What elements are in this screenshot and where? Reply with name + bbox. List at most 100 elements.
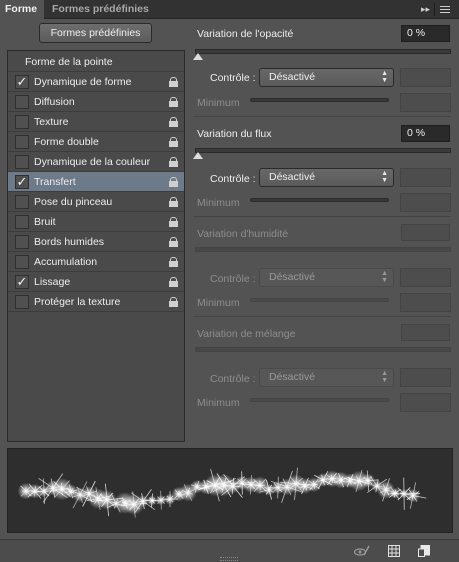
brush-setting-checkbox[interactable]: [15, 295, 29, 309]
mix-minimum-field: [400, 393, 451, 412]
opacity-jitter-value[interactable]: 0 %: [401, 25, 450, 42]
brush-setting-item[interactable]: Forme double: [8, 132, 184, 152]
brush-setting-label: Bruit: [34, 216, 56, 228]
brush-setting-item[interactable]: Bruit: [8, 212, 184, 232]
flow-jitter-slider[interactable]: [193, 148, 451, 159]
lock-icon[interactable]: [169, 277, 178, 287]
lock-icon[interactable]: [169, 157, 178, 167]
mix-jitter-slider: [195, 347, 451, 352]
brush-setting-label: Diffusion: [34, 96, 75, 108]
mix-jitter-value: [401, 324, 450, 341]
opacity-control-field[interactable]: [400, 68, 451, 87]
opacity-jitter-label: Variation de l'opacité: [197, 28, 294, 40]
tab-forme[interactable]: Forme: [0, 0, 44, 19]
brush-setting-checkbox[interactable]: [15, 115, 29, 129]
flow-jitter-slider-thumb[interactable]: [193, 152, 203, 159]
brush-setting-checkbox[interactable]: [15, 135, 29, 149]
brush-setting-label: Dynamique de la couleur: [34, 156, 151, 168]
wetness-control-select: Désactivé ▲ ▼: [259, 268, 394, 287]
brush-setting-label: Transfert: [34, 176, 76, 188]
brush-setting-item[interactable]: ✓ Transfert: [8, 172, 184, 192]
brush-setting-label: Dynamique de forme: [34, 76, 132, 88]
brush-setting-checkbox[interactable]: [15, 195, 29, 209]
flow-control-select[interactable]: Désactivé ▲ ▼: [259, 168, 394, 187]
lock-icon[interactable]: [169, 137, 178, 147]
mix-minimum-slider: [250, 398, 389, 402]
lock-icon[interactable]: [169, 97, 178, 107]
select-arrows-icon: ▲ ▼: [381, 270, 388, 284]
flow-jitter-value[interactable]: 0 %: [401, 125, 450, 142]
opacity-jitter-slider-thumb[interactable]: [193, 53, 203, 60]
select-arrows-icon: ▲ ▼: [381, 70, 388, 84]
new-preset-icon[interactable]: [418, 545, 430, 557]
brush-setting-label: Protéger la texture: [34, 296, 121, 308]
brush-setting-checkbox[interactable]: ✓: [15, 175, 29, 189]
brush-setting-item[interactable]: Texture: [8, 112, 184, 132]
mix-control-field: [400, 368, 451, 387]
wetness-jitter-slider: [195, 247, 451, 252]
brush-setting-checkbox[interactable]: [15, 255, 29, 269]
lock-icon[interactable]: [169, 297, 178, 307]
select-arrows-icon: ▲ ▼: [381, 170, 388, 184]
tab-formes-predefinies[interactable]: Formes prédéfinies: [46, 0, 155, 19]
brush-setting-item[interactable]: Diffusion: [8, 92, 184, 112]
panel-tab-bar: Forme Formes prédéfinies ▸▸: [0, 0, 459, 19]
brush-setting-checkbox[interactable]: [15, 155, 29, 169]
flow-control-value: Désactivé: [269, 171, 316, 183]
brush-setting-checkbox[interactable]: [15, 95, 29, 109]
wetness-control-label: Contrôle :: [210, 273, 256, 285]
brush-setting-item[interactable]: ✓ Lissage: [8, 272, 184, 292]
opacity-control-value: Désactivé: [269, 71, 316, 83]
collapse-arrows-icon[interactable]: ▸▸: [421, 4, 430, 15]
toolbar-divider: [434, 3, 435, 16]
flow-control-field[interactable]: [400, 168, 451, 187]
resize-grip[interactable]: [220, 557, 238, 561]
select-arrows-icon: ▲ ▼: [381, 370, 388, 384]
flow-control-label: Contrôle :: [210, 173, 256, 185]
lock-icon[interactable]: [169, 77, 178, 87]
brush-setting-item[interactable]: Bords humides: [8, 232, 184, 252]
wetness-jitter-label: Variation d'humidité: [197, 228, 289, 240]
mix-control-select: Désactivé ▲ ▼: [259, 368, 394, 387]
brush-setting-label: Forme double: [34, 136, 99, 148]
brush-setting-checkbox[interactable]: [15, 235, 29, 249]
opacity-control-select[interactable]: Désactivé ▲ ▼: [259, 68, 394, 87]
lock-icon[interactable]: [169, 117, 178, 127]
lock-icon[interactable]: [169, 217, 178, 227]
opacity-minimum-field[interactable]: [400, 93, 451, 112]
brush-setting-checkbox[interactable]: ✓: [15, 75, 29, 89]
brush-setting-item[interactable]: ✓ Dynamique de forme: [8, 72, 184, 92]
brush-setting-label: Pose du pinceau: [34, 196, 113, 208]
brush-setting-item[interactable]: Protéger la texture: [8, 292, 184, 312]
brush-setting-label: Bords humides: [34, 236, 105, 248]
lock-icon[interactable]: [169, 257, 178, 267]
brush-setting-item[interactable]: Accumulation: [8, 252, 184, 272]
lock-icon[interactable]: [169, 197, 178, 207]
mix-minimum-label: Minimum: [197, 397, 240, 409]
flow-minimum-field[interactable]: [400, 193, 451, 212]
wetness-minimum-label: Minimum: [197, 297, 240, 309]
opacity-jitter-slider[interactable]: [193, 49, 451, 60]
brush-setting-checkbox[interactable]: [15, 215, 29, 229]
wetness-control-field: [400, 268, 451, 287]
brush-setting-label: Accumulation: [34, 256, 98, 268]
brush-presets-button[interactable]: Formes prédéfinies: [39, 23, 152, 43]
brush-setting-item[interactable]: Pose du pinceau: [8, 192, 184, 212]
flow-minimum-slider[interactable]: [250, 198, 389, 202]
opacity-minimum-slider[interactable]: [250, 98, 389, 102]
brush-setting-label: Lissage: [34, 276, 71, 288]
section-divider: [193, 216, 451, 217]
brush-settings-list: Forme de la pointe ✓ Dynamique de forme Di…: [7, 50, 185, 442]
mix-control-label: Contrôle :: [210, 373, 256, 385]
lock-icon[interactable]: [169, 237, 178, 247]
lock-icon[interactable]: [169, 177, 178, 187]
opacity-minimum-label: Minimum: [197, 97, 240, 109]
opacity-control-label: Contrôle :: [210, 72, 256, 84]
brush-eye-icon[interactable]: [354, 545, 370, 557]
brush-tip-shape-item[interactable]: Forme de la pointe: [8, 51, 184, 72]
brush-setting-item[interactable]: Dynamique de la couleur: [8, 152, 184, 172]
brush-setting-checkbox[interactable]: ✓: [15, 275, 29, 289]
wetness-control-value: Désactivé: [269, 271, 316, 283]
grid-icon[interactable]: [388, 545, 400, 557]
panel-menu-icon[interactable]: [438, 4, 452, 15]
